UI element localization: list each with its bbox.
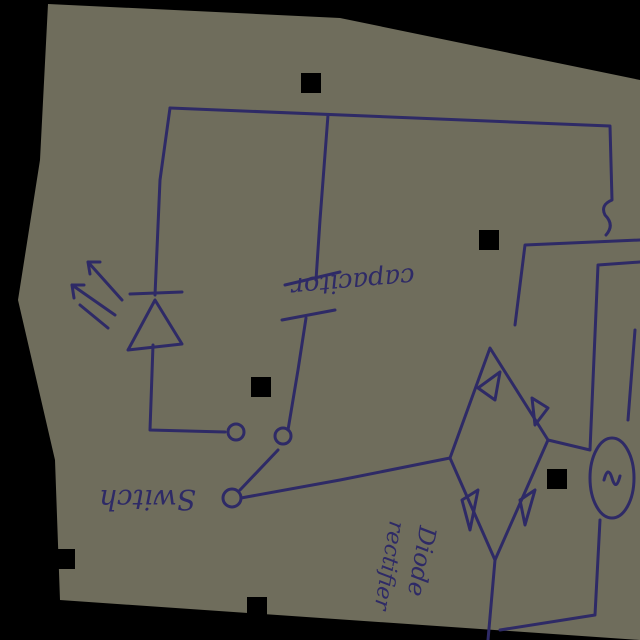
paper-sheet [18,4,640,640]
switch-label: Switch [99,483,196,516]
circuit-diagram: capacitor Switch Diode rectifier [18,4,640,640]
photo-canvas: capacitor Switch Diode rectifier [0,0,640,640]
